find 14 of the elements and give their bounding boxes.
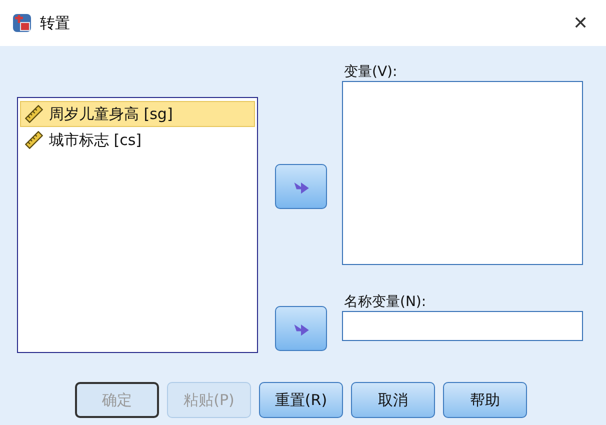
- dialog-button[interactable]: 取消: [351, 382, 435, 418]
- variable-item[interactable]: 城市标志 [cs]: [20, 127, 255, 153]
- move-button[interactable]: [275, 164, 327, 209]
- name-variable-label: 名称变量(N):: [344, 293, 428, 311]
- window-title: 转置: [40, 14, 71, 32]
- source-variable-list[interactable]: 周岁儿童身高 [sg] 城市标志 [cs]: [17, 97, 258, 353]
- dialog-button[interactable]: 帮助: [443, 382, 527, 418]
- dialog-button[interactable]: 重置(R): [259, 382, 343, 418]
- close-button[interactable]: ✕: [567, 8, 594, 38]
- variable-item[interactable]: 周岁儿童身高 [sg]: [20, 101, 255, 127]
- name-variable-field[interactable]: [342, 311, 583, 341]
- move-button[interactable]: [275, 306, 327, 351]
- variables-label: 变量(V):: [344, 63, 398, 81]
- app-icon: [12, 13, 32, 33]
